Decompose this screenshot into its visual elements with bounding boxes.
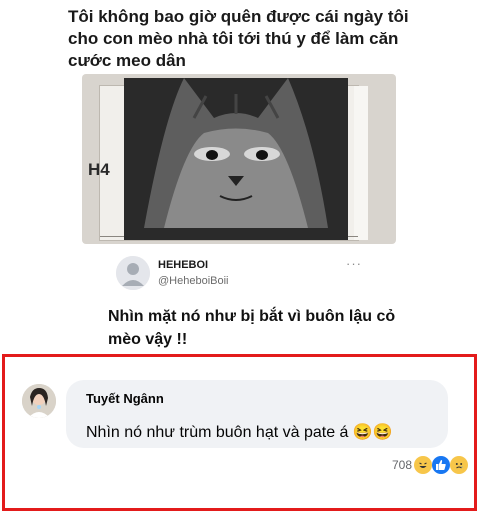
more-options-icon[interactable]: ··· — [346, 256, 362, 271]
commenter-avatar[interactable] — [22, 384, 56, 418]
cat-photo — [124, 78, 348, 240]
cat-face-icon — [124, 78, 348, 240]
shared-post: Tôi không bao giờ quên được cái ngày tôi… — [0, 0, 480, 352]
sad-reaction-icon — [450, 456, 468, 474]
comment-author[interactable]: Tuyết Ngânn — [86, 391, 164, 406]
tweet-avatar[interactable] — [116, 256, 150, 290]
reaction-summary[interactable]: 708 — [392, 456, 468, 474]
photo-label: H4 — [88, 160, 110, 179]
profile-photo-icon — [22, 384, 56, 418]
tweet-author-handle[interactable]: @HeheboiBoii — [158, 275, 229, 287]
tweet-text: Nhìn mặt nó như bị bắt vì buôn lậu cỏ mè… — [108, 308, 396, 348]
haha-reaction-icon — [414, 456, 432, 474]
default-user-icon — [116, 256, 150, 290]
reaction-count[interactable]: 708 — [392, 458, 412, 472]
card-edge — [354, 86, 368, 240]
tweet-author-name[interactable]: HEHEBOI — [158, 259, 208, 271]
post-headline: Tôi không bao giờ quên được cái ngày tôi… — [68, 7, 409, 70]
comment-text: Nhìn nó như trùm buôn hạt và pate á 😆😆 — [86, 424, 393, 441]
like-reaction-icon — [432, 456, 450, 474]
